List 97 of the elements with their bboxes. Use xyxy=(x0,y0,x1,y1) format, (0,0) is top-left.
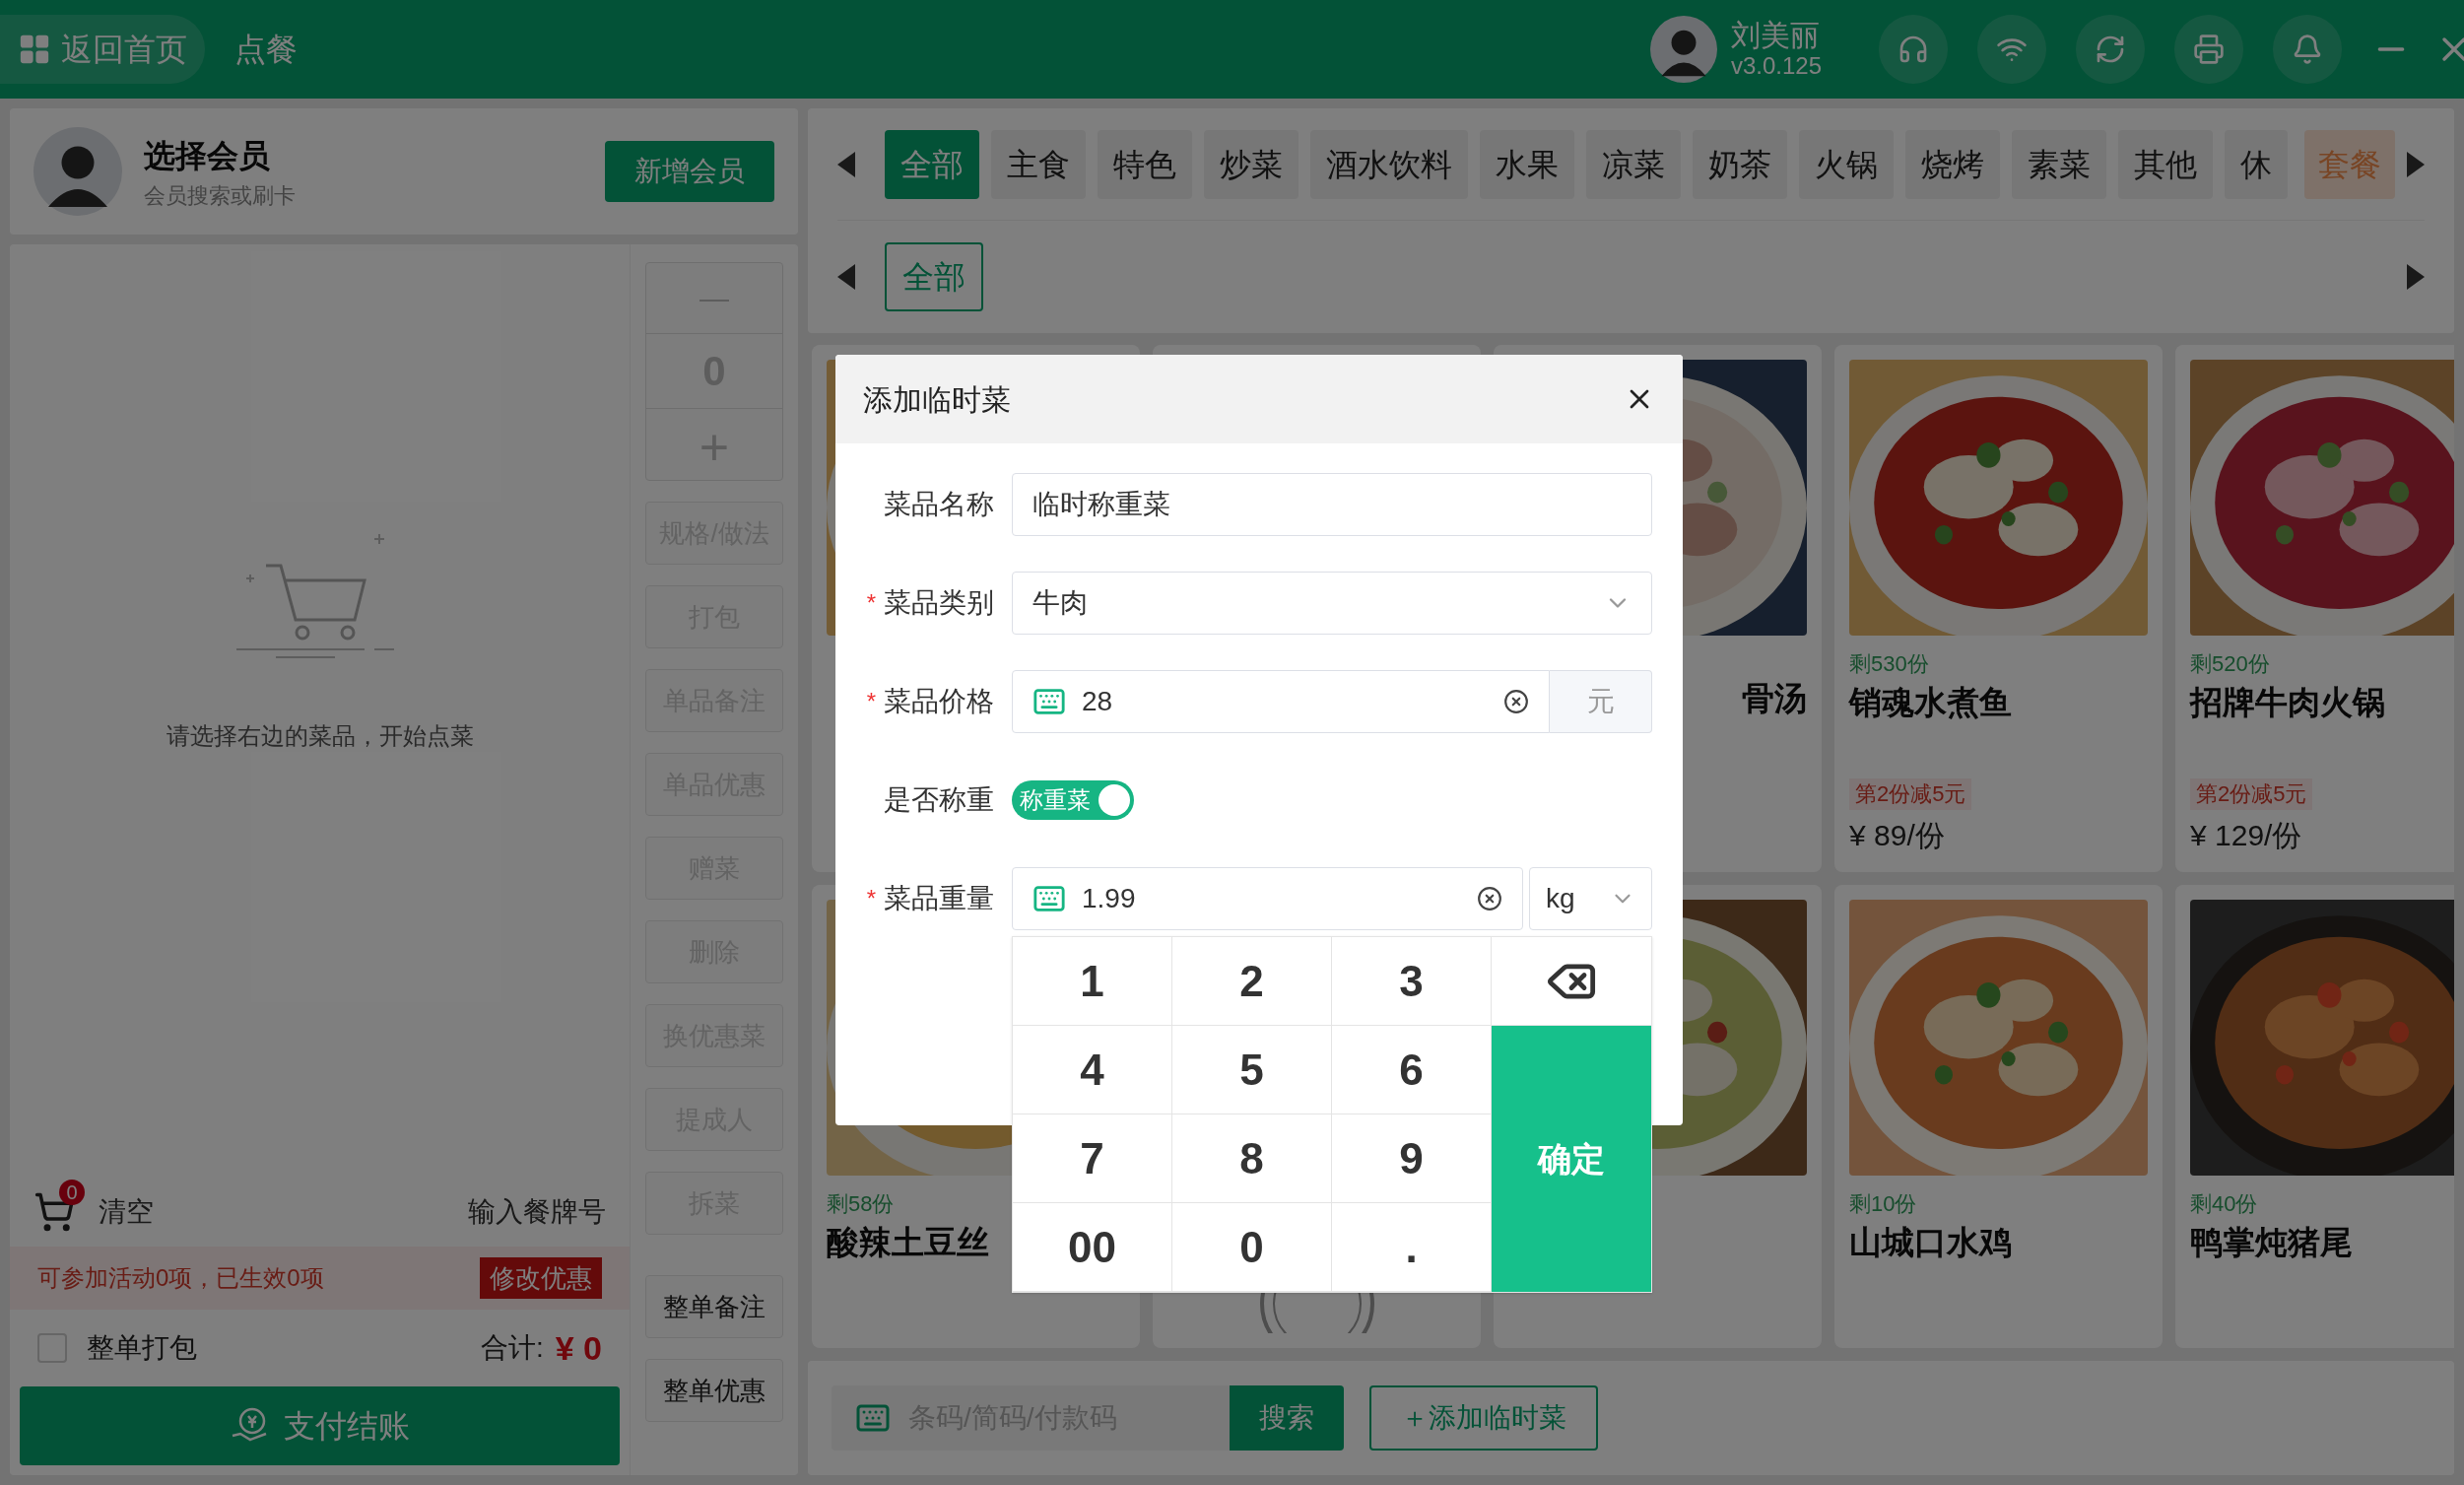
clear-button[interactable]: 清空 xyxy=(99,1191,154,1233)
clear-icon[interactable] xyxy=(1477,886,1502,911)
dish-card[interactable]: 剩40份 鸭掌炖猪尾 xyxy=(2175,885,2454,1348)
category-tab[interactable]: 烧烤 xyxy=(1905,129,2000,199)
pay-button[interactable]: 支付结账 xyxy=(20,1386,620,1465)
user-name: 刘美丽 xyxy=(1730,21,1821,50)
keypad-key[interactable]: 00 xyxy=(1013,1203,1172,1292)
avatar-icon xyxy=(33,127,122,216)
stock-count: 剩520份 xyxy=(2190,650,2271,678)
dish-price: ¥ 89/份 xyxy=(1849,818,1946,853)
search-button[interactable]: 搜索 xyxy=(1230,1385,1344,1451)
category-tab[interactable]: 特色 xyxy=(1098,129,1192,199)
app-version: v3.0.125 xyxy=(1730,54,1822,78)
scroll-left-icon[interactable] xyxy=(837,151,855,177)
subcategory-tab[interactable]: 全部 xyxy=(885,242,983,311)
scroll-right-icon[interactable] xyxy=(2407,264,2425,290)
category-tab[interactable]: 火锅 xyxy=(1799,129,1894,199)
confirm-key[interactable]: 确定 xyxy=(1492,1026,1651,1292)
category-tab[interactable]: 奶茶 xyxy=(1693,129,1787,199)
unit-select[interactable]: kg xyxy=(1529,867,1652,930)
dish-name: 招牌牛肉火锅 xyxy=(2190,683,2385,722)
keypad-key[interactable]: 2 xyxy=(1172,937,1332,1026)
field-label: 是否称重 xyxy=(884,783,994,817)
grid-icon xyxy=(18,33,51,66)
category-tab[interactable]: 其他 xyxy=(2118,129,2213,199)
required-mark: * xyxy=(866,687,876,716)
clear-icon[interactable] xyxy=(1503,689,1529,714)
stock-count: 剩40份 xyxy=(2190,1190,2259,1218)
keypad-key[interactable]: 5 xyxy=(1172,1026,1332,1114)
promo-tag: 第2份减5元 xyxy=(2190,778,2313,810)
category-select[interactable]: 牛肉 xyxy=(1012,572,1652,635)
dish-name: 酸辣土豆丝 xyxy=(827,1223,989,1262)
keypad-key[interactable]: 1 xyxy=(1013,937,1172,1026)
scroll-right-icon[interactable] xyxy=(2407,151,2425,177)
dish-name: 山城口水鸡 xyxy=(1849,1223,2012,1262)
member-title: 选择会员 xyxy=(144,136,271,175)
weight-field[interactable]: 1.99 xyxy=(1012,867,1523,930)
printer-icon xyxy=(2193,34,2225,65)
stock-count: 剩530份 xyxy=(1849,650,1930,678)
dish-price: ¥ 129/份 xyxy=(2190,818,2303,853)
category-tab[interactable]: 炒菜 xyxy=(1204,129,1299,199)
field-label: 菜品价格 xyxy=(884,685,994,718)
weighing-switch[interactable]: 称重菜 xyxy=(1012,780,1134,820)
promo-tag: 第2份减5元 xyxy=(1849,778,1972,810)
action-button[interactable]: 整单备注 xyxy=(645,1275,783,1338)
keypad-key[interactable]: . xyxy=(1332,1203,1492,1292)
empty-cart-text: 请选择右边的菜品，开始点菜 xyxy=(166,720,474,751)
category-tab[interactable]: 凉菜 xyxy=(1586,129,1681,199)
scroll-left-icon[interactable] xyxy=(837,264,855,290)
backspace-key[interactable] xyxy=(1492,937,1651,1026)
dialog-title: 添加临时菜 xyxy=(863,381,1012,418)
name-field[interactable]: 临时称重菜 xyxy=(1012,473,1652,536)
dish-card[interactable]: 剩10份 山城口水鸡 xyxy=(1834,885,2163,1348)
keypad-key[interactable]: 0 xyxy=(1172,1203,1332,1292)
category-tab[interactable]: 素菜 xyxy=(2012,129,2106,199)
keypad-key[interactable]: 3 xyxy=(1332,937,1492,1026)
pack-all-label: 整单打包 xyxy=(87,1331,198,1365)
page-title: 点餐 xyxy=(234,31,298,69)
keypad-key[interactable]: 9 xyxy=(1332,1114,1492,1203)
unit-suffix: 元 xyxy=(1550,670,1652,733)
category-tab[interactable]: 水果 xyxy=(1480,129,1574,199)
required-mark: * xyxy=(866,884,876,913)
avatar-icon xyxy=(1649,16,1717,83)
pack-all-checkbox[interactable] xyxy=(37,1333,67,1363)
field-label: 菜品类别 xyxy=(884,586,994,620)
total-amount: ¥ 0 xyxy=(555,1327,602,1369)
bell-icon xyxy=(2292,34,2323,65)
add-member-button[interactable]: 新增会员 xyxy=(605,141,774,202)
keypad-key[interactable]: 6 xyxy=(1332,1026,1492,1114)
table-number-button[interactable]: 输入餐牌号 xyxy=(468,1191,606,1233)
total-label: 合计: xyxy=(480,1331,544,1365)
edit-discount-button[interactable]: 修改优惠 xyxy=(480,1257,602,1299)
keypad-key[interactable]: 7 xyxy=(1013,1114,1172,1203)
cart-badge: 0 xyxy=(59,1180,85,1205)
keypad-key[interactable]: 8 xyxy=(1172,1114,1332,1203)
price-field[interactable]: 28 xyxy=(1012,670,1550,733)
keypad-key[interactable]: 4 xyxy=(1013,1026,1172,1114)
member-hint: 会员搜索或刷卡 xyxy=(144,181,297,210)
dish-card[interactable]: 剩520份 招牌牛肉火锅 第2份减5元 ¥ 129/份 xyxy=(2175,345,2454,872)
dish-name: 鸭掌炖猪尾 xyxy=(2190,1223,2353,1262)
dish-card[interactable]: 剩530份 销魂水煮鱼 第2份减5元 ¥ 89/份 xyxy=(1834,345,2163,872)
add-temp-dish-button[interactable]: ＋添加临时菜 xyxy=(1369,1385,1598,1451)
category-tab[interactable]: 全部 xyxy=(885,129,979,199)
action-button[interactable]: 整单优惠 xyxy=(645,1359,783,1422)
headset-icon xyxy=(1898,34,1929,65)
stock-count: 剩58份 xyxy=(827,1190,896,1218)
category-tab[interactable]: 酒水饮料 xyxy=(1310,129,1468,199)
field-label: 菜品名称 xyxy=(884,488,994,521)
field-label: 菜品重量 xyxy=(884,882,994,915)
category-tab[interactable]: 休 xyxy=(2225,129,2288,199)
category-tab[interactable]: 主食 xyxy=(991,129,1086,199)
required-mark: * xyxy=(866,588,876,618)
promo-text: 可参加活动0项，已生效0项 xyxy=(37,1263,325,1293)
dish-name: 骨汤 xyxy=(1742,679,1807,718)
dish-name: 销魂水煮鱼 xyxy=(1849,683,2012,722)
refresh-icon xyxy=(2095,34,2126,65)
stock-count: 剩10份 xyxy=(1849,1190,1918,1218)
